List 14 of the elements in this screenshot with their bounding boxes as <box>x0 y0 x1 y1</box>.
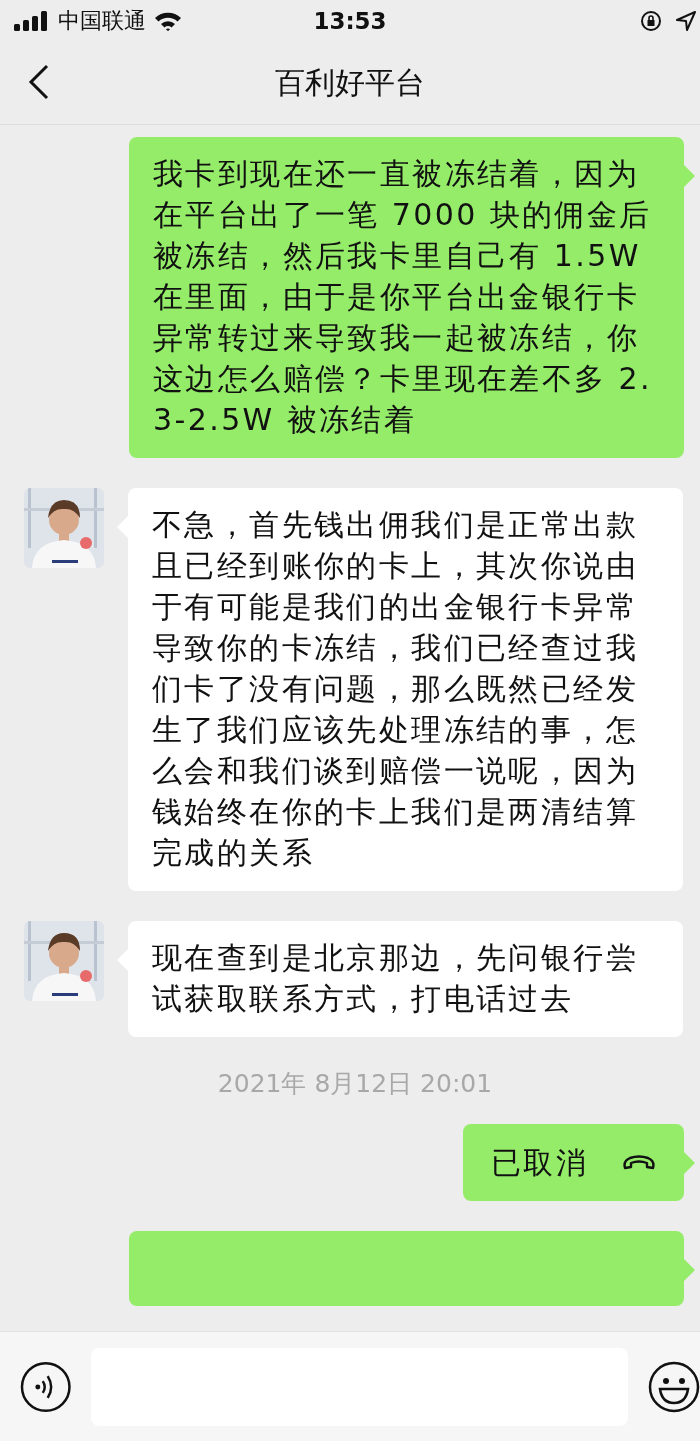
carrier-name: 中国联通 <box>58 7 146 35</box>
location-icon <box>676 11 696 31</box>
back-button[interactable] <box>28 64 50 100</box>
wifi-icon <box>154 11 182 31</box>
status-time: 13:53 <box>313 8 387 34</box>
emoji-icon[interactable] <box>648 1360 700 1413</box>
back-icon <box>28 64 50 100</box>
chat-title: 百利好平台 <box>275 63 425 102</box>
signal-icon <box>14 11 50 31</box>
rotation-lock-icon <box>640 10 662 32</box>
voice-icon[interactable] <box>20 1360 72 1413</box>
hang-up-icon <box>622 1154 656 1171</box>
timestamp: 2021年 8月12日 20:01 <box>217 1068 493 1100</box>
call-bubble: 已取消 <box>462 1124 684 1201</box>
